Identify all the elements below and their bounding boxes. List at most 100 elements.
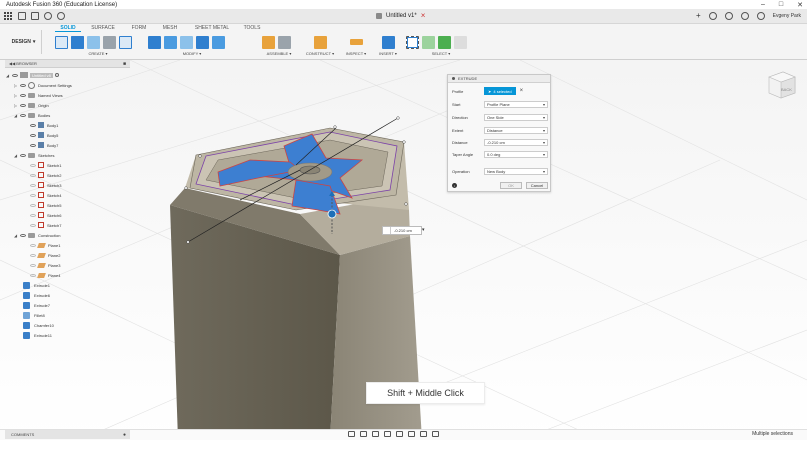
maximize-icon[interactable]: □ (779, 1, 783, 8)
viewports-icon[interactable] (432, 431, 439, 437)
distance-field[interactable]: -0.210 cm ▾ (484, 138, 548, 146)
visibility-eye-icon[interactable] (20, 93, 26, 97)
clear-selection-icon[interactable]: × (520, 88, 524, 94)
browser-item-sketch2[interactable]: Sketch2 (5, 170, 130, 180)
visibility-eye-icon[interactable] (30, 223, 36, 227)
browser-item-body7[interactable]: Body7 (5, 140, 130, 150)
job-status-icon[interactable] (724, 11, 733, 20)
insert-image-icon[interactable] (381, 35, 395, 49)
modify-menu[interactable]: MODIFY ▾ (148, 51, 236, 56)
distance-input-floating[interactable]: -0.210 cm (382, 226, 422, 235)
browser-item-plane1[interactable]: Plane1 (5, 240, 130, 250)
select-face-icon[interactable] (438, 35, 451, 49)
browser-item-named-views[interactable]: ▷ Named Views (5, 90, 130, 100)
select-icon[interactable] (406, 35, 419, 49)
visibility-eye-icon[interactable] (30, 253, 36, 257)
visibility-eye-icon[interactable] (20, 233, 26, 237)
revolve-icon[interactable] (87, 35, 100, 49)
ok-button[interactable]: OK (500, 182, 522, 189)
visibility-eye-icon[interactable] (20, 83, 26, 87)
tab-tools[interactable]: TOOLS (237, 25, 267, 32)
profile-selection-button[interactable]: ➤ 4 selected (484, 87, 516, 95)
browser-item-extrude6[interactable]: Extrude6 (5, 290, 130, 300)
visibility-eye-icon[interactable] (30, 213, 36, 217)
inspect-menu[interactable]: INSPECT ▾ (344, 51, 368, 56)
undo-icon[interactable] (44, 12, 52, 20)
zoom-icon[interactable] (384, 431, 391, 437)
taper-angle-field[interactable]: 0.0 deg ▾ (484, 150, 548, 158)
visibility-eye-icon[interactable] (30, 273, 36, 277)
shell-icon[interactable] (196, 35, 209, 49)
visibility-eye-icon[interactable] (30, 263, 36, 267)
close-icon[interactable]: ✕ (797, 1, 803, 9)
browser-item-construction[interactable]: ◢ Construction (5, 230, 130, 240)
collapse-arrow-icon[interactable]: ◢ (5, 73, 10, 78)
expand-arrow-icon[interactable]: ▷ (13, 93, 18, 98)
browser-item-origin[interactable]: ▷ Origin (5, 100, 130, 110)
workspace-switcher[interactable]: DESIGN ▾ (6, 30, 42, 54)
browser-pin-icon[interactable]: ■ (123, 61, 126, 67)
visibility-eye-icon[interactable] (12, 73, 18, 77)
visibility-eye-icon[interactable] (30, 163, 36, 167)
cancel-button[interactable]: Cancel (526, 182, 548, 189)
insert-menu[interactable]: INSERT ▾ (377, 51, 399, 56)
chamfer-icon[interactable] (180, 35, 193, 49)
fillet-icon[interactable] (164, 35, 177, 49)
browser-item-plane3[interactable]: Plane3 (5, 260, 130, 270)
minimize-icon[interactable]: – (761, 1, 765, 8)
extensions-icon[interactable] (708, 11, 717, 20)
tab-sheet-metal[interactable]: SHEET METAL (187, 25, 237, 32)
browser-root[interactable]: ◢ Untitled v8 (5, 70, 130, 80)
look-at-icon[interactable] (360, 431, 367, 437)
browser-item-sketch1[interactable]: Sketch1 (5, 160, 130, 170)
new-component-icon[interactable] (262, 35, 275, 49)
construct-menu[interactable]: CONSTRUCT ▾ (305, 51, 335, 56)
browser-item-body5[interactable]: Body5 (5, 130, 130, 140)
viewcube[interactable]: BACK (763, 67, 799, 103)
browser-item-bodies[interactable]: ◢ Bodies (5, 110, 130, 120)
combine-icon[interactable] (212, 35, 225, 49)
info-icon[interactable]: i (452, 183, 457, 188)
fit-icon[interactable] (396, 431, 403, 437)
activate-radio-icon[interactable] (54, 73, 59, 77)
browser-item-sketch7[interactable]: Sketch7 (5, 220, 130, 230)
new-tab-icon[interactable]: + (696, 11, 701, 20)
start-select[interactable]: Profile Plane ▾ (484, 100, 548, 108)
browser-item-extrude11[interactable]: Extrude11 (5, 330, 130, 340)
create-menu[interactable]: CREATE ▾ (55, 51, 141, 56)
help-icon[interactable] (756, 11, 765, 20)
close-tab-icon[interactable]: × (421, 12, 426, 20)
joint-icon[interactable] (278, 35, 291, 49)
extrude-dialog-header[interactable]: EXTRUDE (448, 75, 550, 83)
visibility-eye-icon[interactable] (20, 113, 26, 117)
tab-mesh[interactable]: MESH (153, 25, 187, 32)
browser-item-fillet8[interactable]: Fillet8 (5, 310, 130, 320)
measure-icon[interactable] (349, 39, 363, 45)
pattern-icon[interactable] (119, 35, 132, 49)
expand-arrow-icon[interactable]: ▷ (13, 103, 18, 108)
visibility-eye-icon[interactable] (30, 133, 36, 137)
notifications-icon[interactable] (740, 11, 749, 20)
expand-arrow-icon[interactable]: ◢ (13, 233, 18, 238)
expand-arrow-icon[interactable]: ◢ (13, 153, 18, 158)
browser-item-body1[interactable]: Body1 (5, 120, 130, 130)
expand-arrow-icon[interactable]: ◢ (13, 113, 18, 118)
visibility-eye-icon[interactable] (30, 183, 36, 187)
select-filter-icon[interactable] (454, 35, 467, 49)
orbit-icon[interactable] (348, 431, 355, 437)
data-panel-icon[interactable] (4, 11, 13, 21)
browser-item-extrude1[interactable]: Extrude1 (5, 280, 130, 290)
display-settings-icon[interactable] (408, 431, 415, 437)
visibility-eye-icon[interactable] (30, 123, 36, 127)
tab-form[interactable]: FORM (125, 25, 153, 32)
press-pull-icon[interactable] (148, 35, 161, 49)
browser-item-sketches[interactable]: ◢ Sketches (5, 150, 130, 160)
visibility-eye-icon[interactable] (20, 153, 26, 157)
file-menu-icon[interactable] (18, 12, 26, 20)
browser-item-sketch4[interactable]: Sketch4 (5, 190, 130, 200)
browser-item-chamfer10[interactable]: Chamfer10 (5, 320, 130, 330)
redo-icon[interactable] (57, 12, 65, 20)
extent-select[interactable]: Distance ▾ (484, 126, 548, 134)
chevron-down-icon[interactable]: ▾ (422, 227, 425, 233)
create-sketch-icon[interactable] (55, 35, 68, 49)
